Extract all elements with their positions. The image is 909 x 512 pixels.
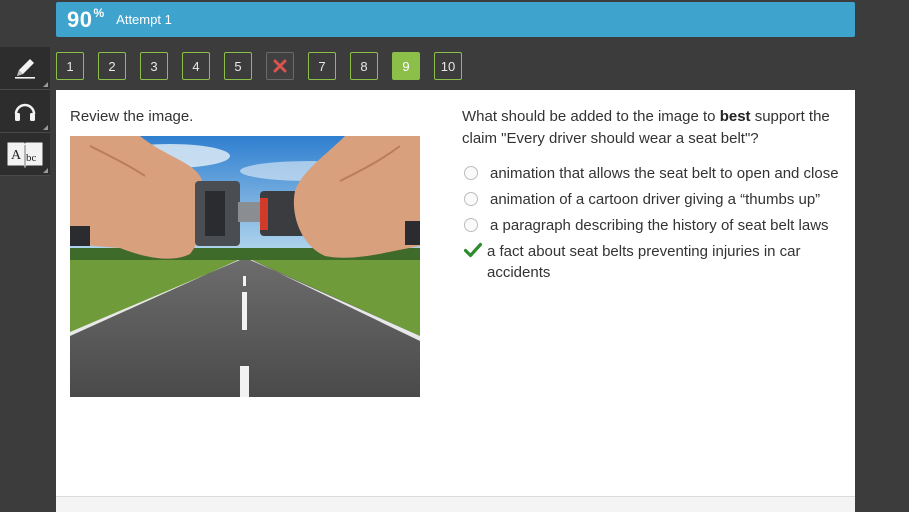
pencil-tool-button[interactable] bbox=[0, 47, 50, 90]
x-icon bbox=[273, 59, 287, 73]
answer-options: animation that allows the seat belt to o… bbox=[464, 163, 844, 288]
answer-option[interactable]: animation that allows the seat belt to o… bbox=[464, 163, 844, 184]
question-nav-6[interactable] bbox=[266, 52, 294, 80]
attempt-label: Attempt 1 bbox=[116, 12, 172, 27]
question-text: What should be added to the image to bes… bbox=[462, 106, 832, 150]
question-nav-7[interactable]: 7 bbox=[308, 52, 336, 80]
question-nav-8[interactable]: 8 bbox=[350, 52, 378, 80]
review-instruction: Review the image. bbox=[70, 108, 194, 125]
answer-option-label: animation that allows the seat belt to o… bbox=[490, 165, 839, 182]
svg-text:A: A bbox=[11, 148, 22, 163]
panel-footer bbox=[56, 496, 855, 512]
question-nav-5[interactable]: 5 bbox=[224, 52, 252, 80]
pencil-icon bbox=[15, 59, 35, 79]
question-nav-1[interactable]: 1 bbox=[56, 52, 84, 80]
question-nav-3[interactable]: 3 bbox=[140, 52, 168, 80]
answer-option-selected[interactable]: a fact about seat belts preventing injur… bbox=[464, 241, 844, 283]
score-bar: 90 % Attempt 1 bbox=[56, 2, 855, 37]
dictionary-tool-button[interactable]: A bc bbox=[0, 133, 50, 176]
radio-button[interactable] bbox=[464, 218, 478, 232]
radio-button[interactable] bbox=[464, 166, 478, 180]
question-nav-4[interactable]: 4 bbox=[182, 52, 210, 80]
question-nav: 1 2 3 4 5 7 8 9 10 bbox=[56, 52, 476, 80]
question-panel: Review the image. What should be added t… bbox=[56, 90, 855, 512]
audio-tool-button[interactable] bbox=[0, 90, 50, 133]
question-nav-10[interactable]: 10 bbox=[434, 52, 462, 80]
dictionary-icon: A bc bbox=[7, 142, 43, 169]
score-unit: % bbox=[93, 5, 105, 20]
answer-option-label: a fact about seat belts preventing injur… bbox=[487, 243, 801, 281]
question-prefix: What should be added to the image to bbox=[462, 108, 720, 125]
answer-option-label: animation of a cartoon driver giving a “… bbox=[490, 191, 821, 208]
question-nav-9[interactable]: 9 bbox=[392, 52, 420, 80]
radio-button[interactable] bbox=[464, 192, 478, 206]
score-value: 90 bbox=[67, 6, 93, 32]
svg-text:bc: bc bbox=[26, 152, 37, 164]
answer-option[interactable]: a paragraph describing the history of se… bbox=[464, 215, 844, 236]
answer-option[interactable]: animation of a cartoon driver giving a “… bbox=[464, 189, 844, 210]
seat-belt-road-image bbox=[70, 136, 420, 397]
answer-option-label: a paragraph describing the history of se… bbox=[490, 217, 829, 234]
headphones-icon bbox=[14, 103, 36, 121]
question-emphasis: best bbox=[719, 108, 751, 125]
tool-rail: A bc bbox=[0, 47, 50, 176]
question-nav-2[interactable]: 2 bbox=[98, 52, 126, 80]
checkmark-icon bbox=[464, 242, 482, 258]
